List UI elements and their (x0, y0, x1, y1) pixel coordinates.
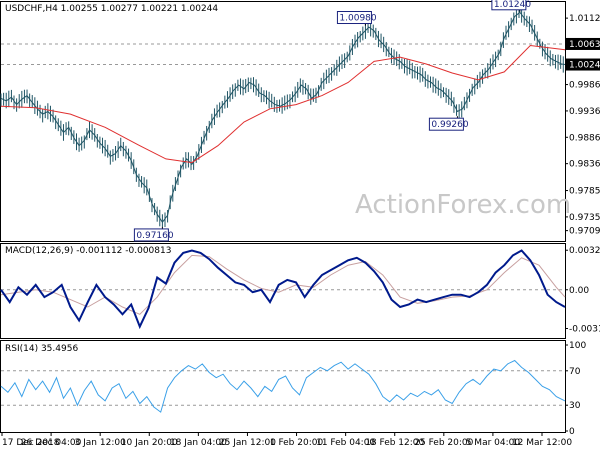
x-tick-label: 26 Dec 04:00 (21, 438, 82, 448)
chart-canvas: USDCHF,H4 1.00255 1.00277 1.00221 1.0024… (0, 0, 600, 450)
price-axis-tick-label: 0.98360 (569, 160, 600, 170)
macd-axis-tick-label: 0.003219 (569, 246, 600, 256)
chart-header: USDCHF,H4 1.00255 1.00277 1.00221 1.0024… (5, 4, 218, 14)
rsi-axis-tick-label: 100 (569, 341, 586, 351)
annotation-label: 1.00980 (339, 14, 376, 24)
price-axis-tick-label: 0.97850 (569, 187, 600, 197)
rsi-axis-tick-label: 0 (569, 427, 575, 437)
price-axis-tick-label: 0.97090 (569, 227, 600, 237)
annotation-label: 1.01240 (494, 0, 531, 10)
rsi-axis-tick-label: 70 (569, 367, 581, 377)
price-axis-tick-label: 0.99860 (569, 81, 600, 91)
x-tick-label: 25 Feb 20:00 (414, 438, 473, 448)
price-axis-tick-label: 0.99360 (569, 107, 600, 117)
x-tick-label: 25 Jan 12:00 (219, 438, 276, 448)
annotation-label: 0.97160 (136, 231, 173, 241)
rsi-label: RSI(14) 35.4956 (5, 344, 78, 354)
price-axis-tick-label: 0.98860 (569, 133, 600, 143)
x-tick-label: 12 Mar 12:00 (512, 438, 572, 448)
macd-axis-tick-label: 0.00 (569, 286, 589, 296)
price-axis-tick-label: 1.01120 (569, 14, 600, 24)
rsi-axis-tick-label: 30 (569, 401, 581, 411)
price-axis-tick-label: 0.97350 (569, 213, 600, 223)
annotation-label: 0.99260 (431, 120, 468, 130)
watermark: ActionForex.com (355, 190, 571, 220)
x-tick-label: 3 Jan 12:00 (75, 438, 127, 448)
macd-axis-tick-label: -0.003153 (569, 325, 600, 335)
macd-label: MACD(12,26,9) -0.001112 -0.000813 (5, 246, 171, 256)
price-axis-tick-label: 1.00244 (569, 61, 600, 71)
price-axis-tick-label: 1.00630 (569, 40, 600, 50)
usdchf-chart: USDCHF,H4 1.00255 1.00277 1.00221 1.0024… (0, 0, 600, 450)
